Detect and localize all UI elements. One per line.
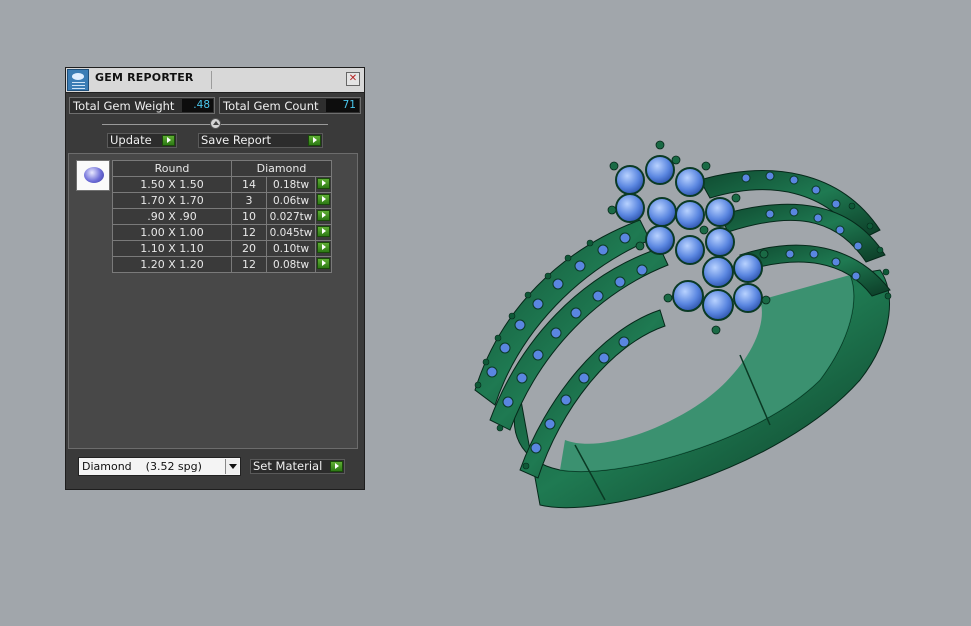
play-arrow-icon xyxy=(317,194,330,205)
gem-weight: 0.06tw xyxy=(266,192,316,209)
round-gem-icon xyxy=(84,167,104,183)
table-row: 1.70 X 1.70 3 0.06tw xyxy=(112,192,332,209)
gem-count: 3 xyxy=(231,192,267,209)
table-header-row: Round Diamond xyxy=(112,160,332,177)
title-separator xyxy=(211,71,212,89)
update-label: Update xyxy=(110,133,152,147)
total-gem-count-value: 71 xyxy=(326,99,359,112)
ring-model xyxy=(474,140,892,509)
gem-size: 1.20 X 1.20 xyxy=(112,256,232,273)
gem-size: 1.10 X 1.10 xyxy=(112,240,232,257)
gem-size: 1.00 X 1.00 xyxy=(112,224,232,241)
total-gem-count: Total Gem Count 71 xyxy=(219,97,361,114)
set-material-button[interactable]: Set Material xyxy=(250,459,345,474)
gem-count: 20 xyxy=(231,240,267,257)
select-row-button[interactable] xyxy=(315,256,332,273)
material-select-value: Diamond (3.52 spg) xyxy=(82,460,202,473)
gem-reporter-panel: GEM REPORTER ✕ Total Gem Weight .48 Tota… xyxy=(65,67,365,490)
title-bar[interactable]: GEM REPORTER ✕ xyxy=(66,68,364,93)
select-row-button[interactable] xyxy=(315,240,332,257)
select-row-button[interactable] xyxy=(315,208,332,225)
material-select[interactable]: Diamond (3.52 spg) xyxy=(78,457,241,476)
total-gem-count-label: Total Gem Count xyxy=(223,99,319,113)
material-header: Diamond xyxy=(231,160,332,177)
table-row: 1.10 X 1.10 20 0.10tw xyxy=(112,240,332,257)
update-button[interactable]: Update xyxy=(107,133,177,148)
close-icon[interactable]: ✕ xyxy=(346,72,360,86)
shape-header: Round xyxy=(112,160,232,177)
play-arrow-icon xyxy=(317,258,330,269)
gem-count: 14 xyxy=(231,176,267,193)
window-title: GEM REPORTER xyxy=(95,71,194,84)
gem-reporter-icon xyxy=(67,69,89,91)
gem-list-area: Round Diamond 1.50 X 1.50 14 0.18tw 1.70… xyxy=(68,153,358,449)
gem-weight: 0.18tw xyxy=(266,176,316,193)
play-arrow-icon xyxy=(308,135,321,146)
gem-weight: 0.10tw xyxy=(266,240,316,257)
gem-count: 12 xyxy=(231,256,267,273)
play-arrow-icon xyxy=(317,242,330,253)
play-arrow-icon xyxy=(317,226,330,237)
play-arrow-icon xyxy=(162,135,175,146)
gem-weight: 0.045tw xyxy=(266,224,316,241)
gem-size: .90 X .90 xyxy=(112,208,232,225)
table-row: .90 X .90 10 0.027tw xyxy=(112,208,332,225)
total-gem-weight-label: Total Gem Weight xyxy=(73,99,175,113)
save-report-label: Save Report xyxy=(201,133,272,147)
gem-size: 1.70 X 1.70 xyxy=(112,192,232,209)
gem-count: 10 xyxy=(231,208,267,225)
play-arrow-icon xyxy=(330,461,343,472)
gem-weight: 0.027tw xyxy=(266,208,316,225)
round-diamond-thumbnail[interactable] xyxy=(76,160,110,191)
set-material-label: Set Material xyxy=(253,459,323,473)
gem-weight: 0.08tw xyxy=(266,256,316,273)
total-gem-weight-value: .48 xyxy=(182,99,213,112)
table-row: 1.00 X 1.00 12 0.045tw xyxy=(112,224,332,241)
gem-count: 12 xyxy=(231,224,267,241)
total-gem-weight: Total Gem Weight .48 xyxy=(69,97,215,114)
select-row-button[interactable] xyxy=(315,176,332,193)
save-report-button[interactable]: Save Report xyxy=(198,133,323,148)
table-row: 1.50 X 1.50 14 0.18tw xyxy=(112,176,332,193)
gem-size: 1.50 X 1.50 xyxy=(112,176,232,193)
chevron-down-icon[interactable] xyxy=(225,459,239,474)
select-row-button[interactable] xyxy=(315,224,332,241)
play-arrow-icon xyxy=(317,178,330,189)
slider-handle[interactable] xyxy=(210,118,221,129)
select-row-button[interactable] xyxy=(315,192,332,209)
play-arrow-icon xyxy=(317,210,330,221)
table-row: 1.20 X 1.20 12 0.08tw xyxy=(112,256,332,273)
gem-table: Round Diamond 1.50 X 1.50 14 0.18tw 1.70… xyxy=(112,160,332,273)
